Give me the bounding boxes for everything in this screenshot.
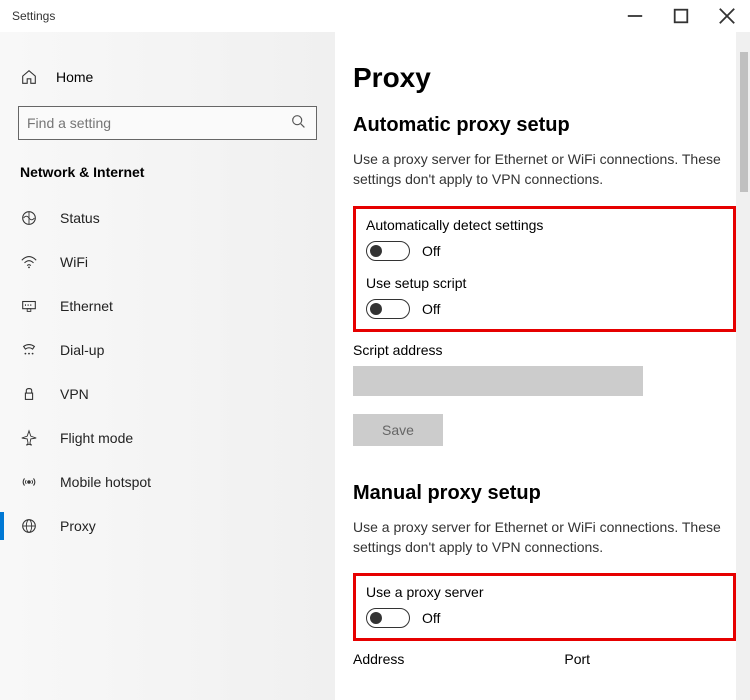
status-icon [20, 209, 40, 227]
nav-list: Status WiFi Ethernet Dial-up VPN Flight … [0, 196, 335, 548]
sidebar-item-status[interactable]: Status [0, 196, 335, 240]
script-toggle[interactable] [366, 299, 410, 319]
sidebar-item-vpn[interactable]: VPN [0, 372, 335, 416]
auto-desc: Use a proxy server for Ethernet or WiFi … [353, 149, 723, 190]
minimize-button[interactable] [612, 0, 658, 32]
detect-toggle[interactable] [366, 241, 410, 261]
sidebar: Home Network & Internet Status WiFi Ethe… [0, 32, 335, 700]
sidebar-item-proxy[interactable]: Proxy [0, 504, 335, 548]
manual-heading: Manual proxy setup [353, 482, 736, 505]
search-input[interactable] [27, 115, 290, 131]
page-title: Proxy [353, 62, 736, 94]
use-proxy-label: Use a proxy server [366, 584, 723, 600]
sidebar-item-label: Flight mode [60, 430, 133, 446]
script-address-input[interactable] [353, 366, 643, 396]
section-title: Network & Internet [0, 158, 335, 196]
content-area: Proxy Automatic proxy setup Use a proxy … [335, 32, 750, 700]
globe-icon [20, 517, 40, 535]
auto-heading: Automatic proxy setup [353, 114, 736, 137]
sidebar-item-label: VPN [60, 386, 89, 402]
detect-state: Off [422, 243, 440, 259]
search-icon [290, 113, 308, 134]
home-icon [20, 68, 40, 86]
sidebar-item-wifi[interactable]: WiFi [0, 240, 335, 284]
scrollbar[interactable] [736, 32, 750, 700]
sidebar-item-dialup[interactable]: Dial-up [0, 328, 335, 372]
detect-label: Automatically detect settings [366, 217, 723, 233]
wifi-icon [20, 253, 40, 271]
highlight-manual: Use a proxy server Off [353, 573, 736, 641]
window-controls [612, 0, 750, 32]
sidebar-item-hotspot[interactable]: Mobile hotspot [0, 460, 335, 504]
scrollbar-thumb[interactable] [740, 52, 748, 192]
use-proxy-toggle[interactable] [366, 608, 410, 628]
vpn-icon [20, 385, 40, 403]
sidebar-item-label: Status [60, 210, 100, 226]
airplane-icon [20, 429, 40, 447]
hotspot-icon [20, 473, 40, 491]
sidebar-item-label: Proxy [60, 518, 96, 534]
ethernet-icon [20, 297, 40, 315]
titlebar: Settings [0, 0, 750, 32]
address-label: Address [353, 651, 404, 667]
home-nav[interactable]: Home [0, 60, 335, 94]
sidebar-item-label: Mobile hotspot [60, 474, 151, 490]
manual-desc: Use a proxy server for Ethernet or WiFi … [353, 517, 723, 558]
use-proxy-state: Off [422, 610, 440, 626]
sidebar-item-ethernet[interactable]: Ethernet [0, 284, 335, 328]
sidebar-item-label: Ethernet [60, 298, 113, 314]
script-label: Use setup script [366, 275, 723, 291]
maximize-button[interactable] [658, 0, 704, 32]
sidebar-item-label: Dial-up [60, 342, 104, 358]
dialup-icon [20, 341, 40, 359]
sidebar-item-flightmode[interactable]: Flight mode [0, 416, 335, 460]
script-address-label: Script address [353, 342, 736, 358]
script-state: Off [422, 301, 440, 317]
close-button[interactable] [704, 0, 750, 32]
save-button[interactable]: Save [353, 414, 443, 446]
port-label: Port [564, 651, 590, 667]
search-box[interactable] [18, 106, 317, 140]
highlight-auto: Automatically detect settings Off Use se… [353, 206, 736, 332]
window-title: Settings [12, 9, 55, 23]
sidebar-item-label: WiFi [60, 254, 88, 270]
home-label: Home [56, 69, 93, 85]
